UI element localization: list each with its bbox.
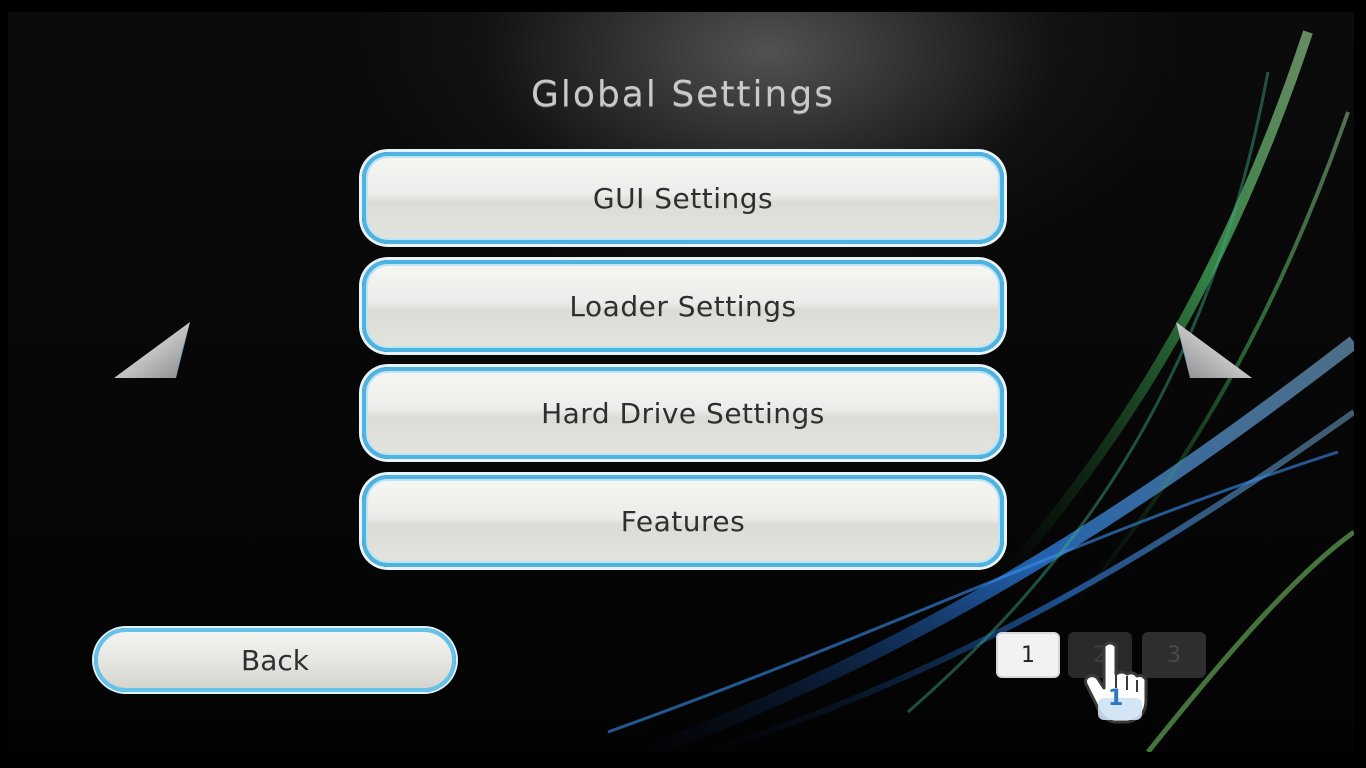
gui-settings-label: GUI Settings <box>592 181 774 215</box>
loader-settings-button[interactable]: Loader Settings <box>362 260 1004 352</box>
back-button[interactable]: Back <box>94 628 456 692</box>
features-button[interactable]: Features <box>362 475 1004 567</box>
loader-settings-label: Loader Settings <box>569 289 797 323</box>
screen: Global Settings GUI Settings Loader Sett… <box>0 0 1366 768</box>
page-indicator-1[interactable]: 1 <box>996 632 1060 678</box>
cursor-player-number: 1 <box>1108 686 1124 711</box>
hard-drive-settings-button[interactable]: Hard Drive Settings <box>362 367 1004 459</box>
features-label: Features <box>620 504 746 538</box>
prev-page-arrow-icon[interactable] <box>112 320 192 380</box>
back-label: Back <box>241 643 309 677</box>
gui-settings-button[interactable]: GUI Settings <box>362 152 1004 244</box>
next-page-arrow-icon[interactable] <box>1174 320 1254 380</box>
pointing-hand-cursor-icon <box>1084 641 1148 724</box>
page-title: Global Settings <box>531 74 835 115</box>
hard-drive-settings-label: Hard Drive Settings <box>541 396 825 430</box>
